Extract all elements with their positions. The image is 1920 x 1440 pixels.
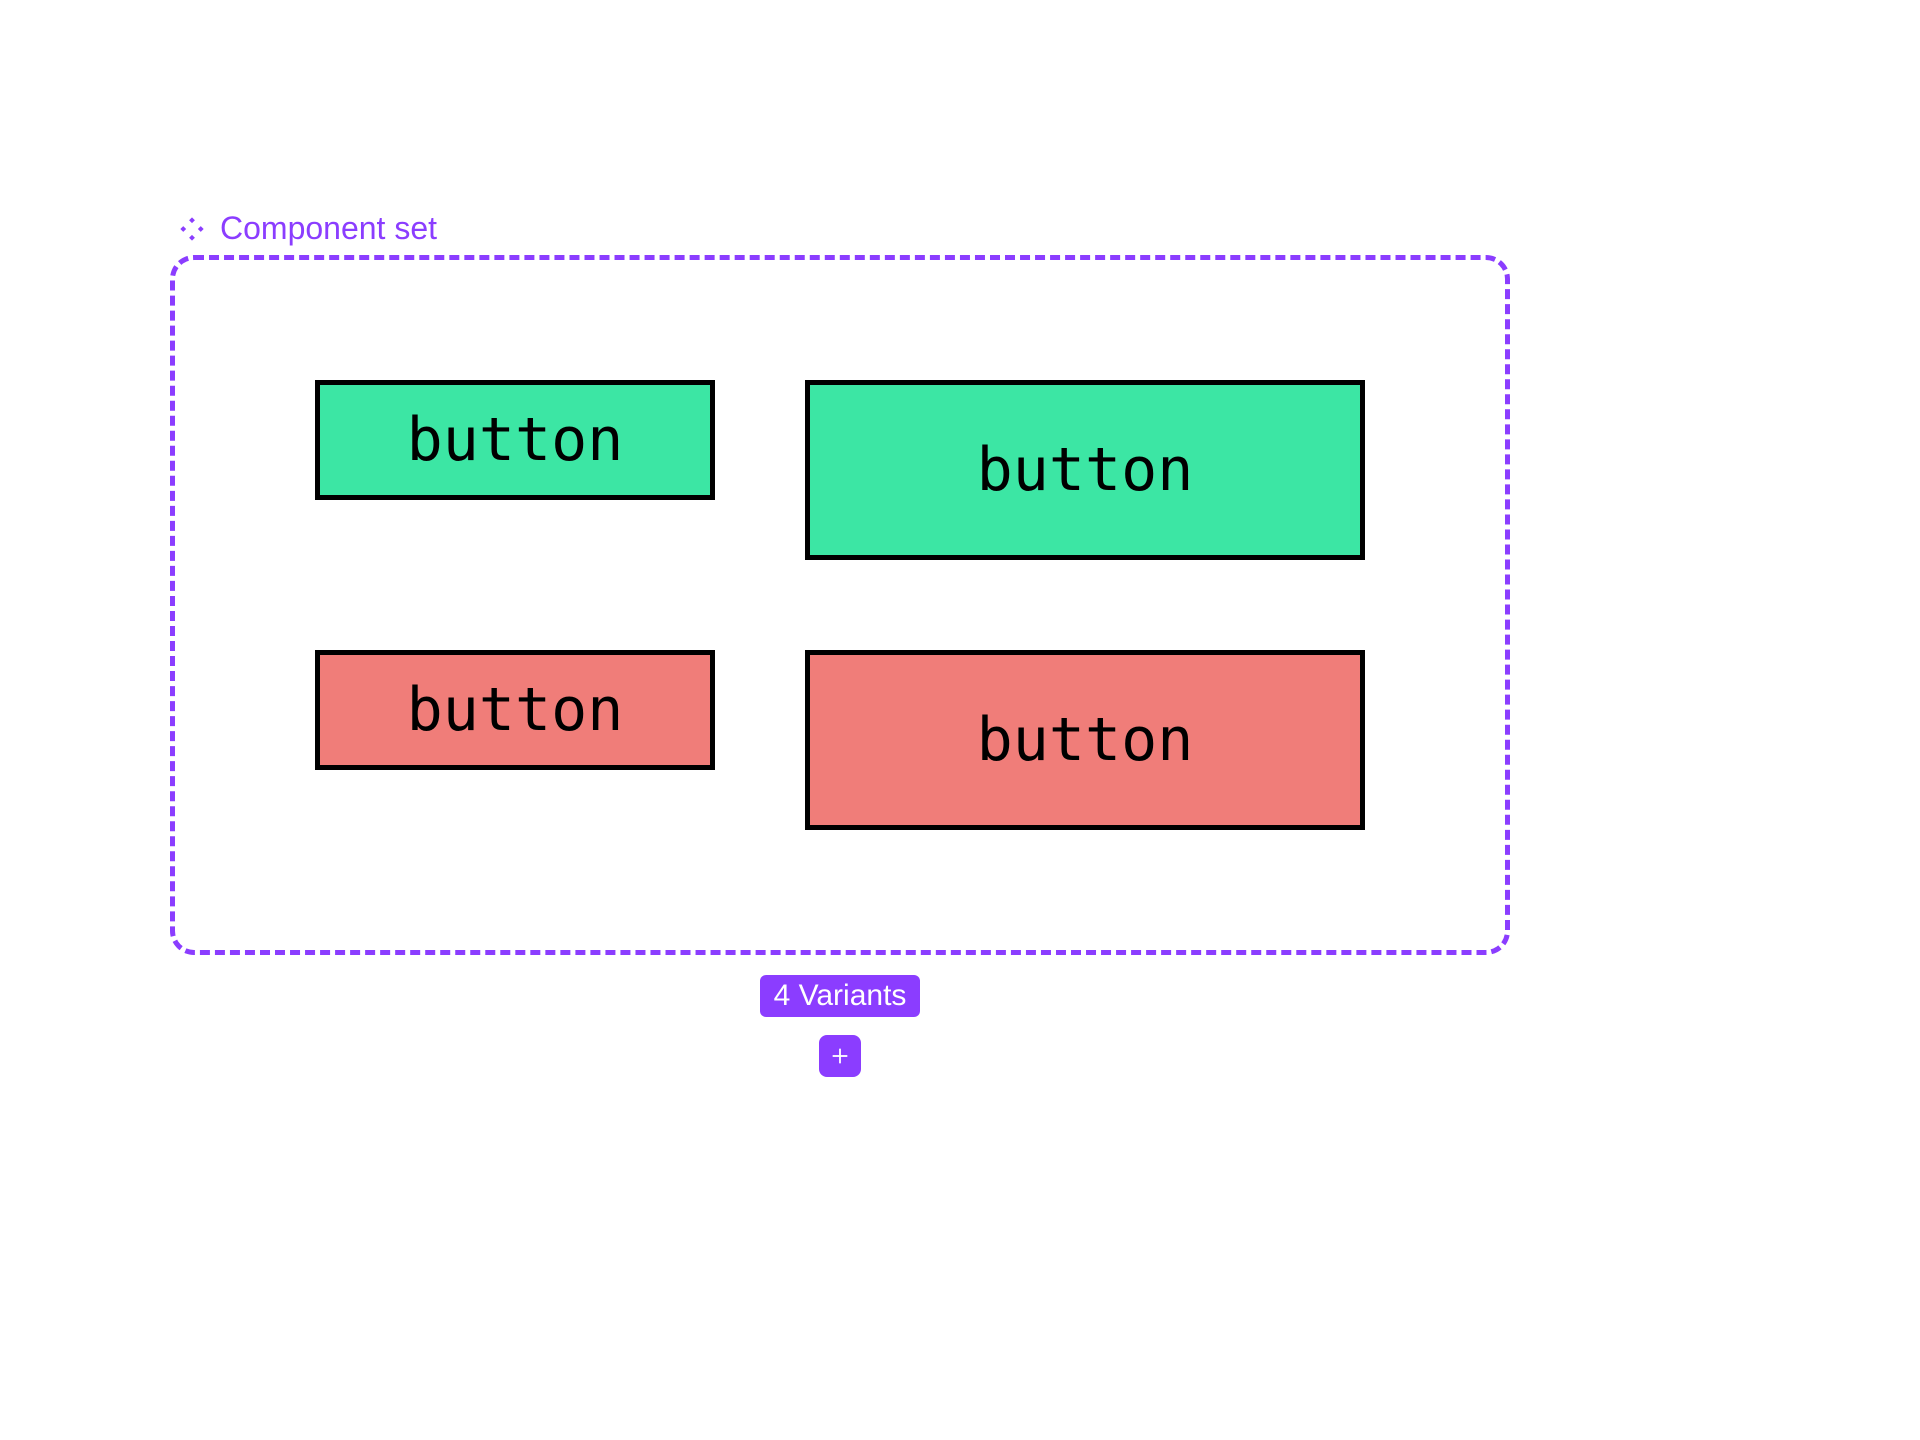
component-set-canvas: Component set button button button butto…: [170, 210, 1510, 1077]
component-set-footer: 4 Variants: [170, 975, 1510, 1077]
variant-button-small-green[interactable]: button: [315, 380, 715, 500]
variant-label: button: [407, 675, 624, 745]
variant-label: button: [977, 705, 1194, 775]
variant-label: button: [407, 405, 624, 475]
variant-label: button: [977, 435, 1194, 505]
plus-icon: [829, 1045, 851, 1067]
variant-button-large-green[interactable]: button: [805, 380, 1365, 560]
variant-button-small-red[interactable]: button: [315, 650, 715, 770]
variant-button-large-red[interactable]: button: [805, 650, 1365, 830]
variants-count-badge[interactable]: 4 Variants: [760, 975, 921, 1017]
component-set-icon: [178, 215, 206, 243]
add-variant-button[interactable]: [819, 1035, 861, 1077]
component-set-title: Component set: [220, 210, 437, 247]
component-set-frame[interactable]: button button button button: [170, 255, 1510, 955]
component-set-header[interactable]: Component set: [170, 210, 1510, 247]
